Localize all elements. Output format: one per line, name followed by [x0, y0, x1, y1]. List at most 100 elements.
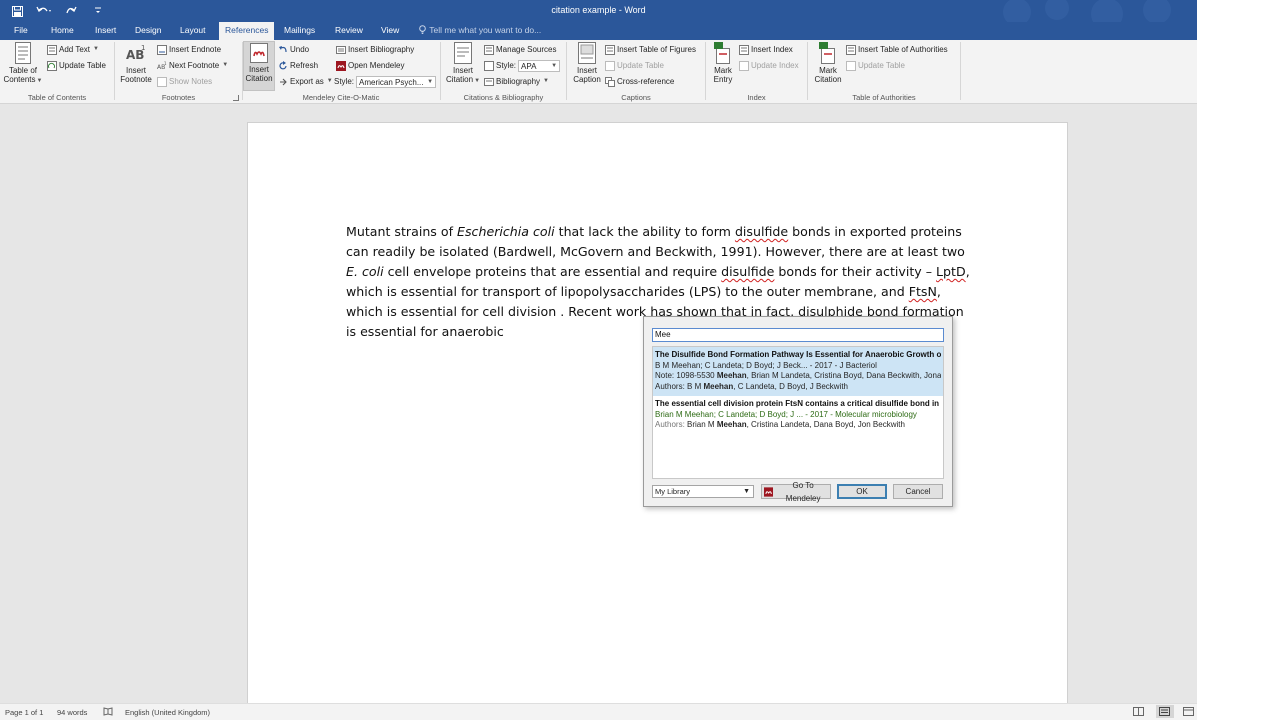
- insert-endnote-button[interactable]: Insert Endnote: [157, 43, 221, 56]
- result-meta: Brian M Meehan; C Landeta; D Boyd; J ...…: [655, 409, 917, 419]
- group-table-of-authorities: Mark Citation Insert Table of Authoritie…: [808, 40, 960, 104]
- mendeley-logo-icon: [336, 60, 346, 71]
- group-label: Table of Contents: [27, 93, 87, 102]
- cross-reference-button[interactable]: Cross-reference: [605, 75, 674, 88]
- status-bar: Page 1 of 1 94 words English (United Kin…: [0, 703, 1197, 720]
- word-count[interactable]: 94 words: [57, 708, 87, 717]
- read-mode-button[interactable]: [1133, 707, 1144, 718]
- group-index: Mark Entry Insert Index Update Index Ind…: [706, 40, 807, 104]
- proofing-button[interactable]: [103, 707, 113, 718]
- citation-style-dropdown[interactable]: APA ▼: [518, 59, 561, 72]
- read-mode-icon: [1133, 707, 1144, 716]
- insert-index-button[interactable]: Insert Index: [739, 43, 793, 56]
- insert-caption-label-1: Insert: [576, 66, 597, 75]
- body-text-run: that lack the ability to form: [554, 224, 735, 239]
- spelling-flagged-word[interactable]: LptD: [936, 264, 966, 279]
- tell-me-box[interactable]: Tell me what you want to do...: [418, 22, 541, 40]
- mendeley-refresh-button[interactable]: Refresh: [278, 59, 318, 72]
- table-of-contents-label-2: Contents: [3, 75, 36, 84]
- title-bar: citation example - Word: [0, 0, 1197, 30]
- mendeley-style-label: Style:: [334, 77, 355, 86]
- group-label: Index: [747, 93, 766, 102]
- citation-result-item[interactable]: The Disulfide Bond Formation Pathway Is …: [653, 347, 943, 396]
- insert-citation-button[interactable]: Insert Citation▼: [444, 42, 482, 86]
- tab-view[interactable]: View: [381, 22, 399, 40]
- authorities-update-table-button[interactable]: Update Table: [846, 59, 905, 72]
- tab-insert[interactable]: Insert: [95, 22, 116, 40]
- result-title: The Disulfide Bond Formation Pathway Is …: [655, 350, 941, 359]
- mendeley-undo-label: Undo: [290, 45, 310, 54]
- spelling-flagged-word[interactable]: disulfide: [721, 264, 774, 279]
- mendeley-style-selector[interactable]: Style: American Psych... ▼: [334, 75, 437, 88]
- mark-entry-button[interactable]: Mark Entry: [708, 42, 738, 84]
- citation-style-label: Style:: [496, 61, 517, 70]
- insert-footnote-button[interactable]: AB 1 Insert Footnote: [117, 42, 155, 84]
- insert-table-of-figures-button[interactable]: Insert Table of Figures: [605, 43, 696, 56]
- show-notes-button[interactable]: Show Notes: [157, 75, 212, 88]
- result-note: Note: 1098-5530 Meehan, Brian M Landeta,…: [655, 371, 941, 382]
- insert-table-of-authorities-button[interactable]: Insert Table of Authorities: [846, 43, 948, 56]
- mendeley-insert-citation-label-2: Citation: [245, 74, 273, 83]
- group-captions: Insert Caption Insert Table of Figures U…: [567, 40, 705, 104]
- next-footnote-button[interactable]: AB 1 Next Footnote ▼: [157, 59, 228, 72]
- cross-reference-label: Cross-reference: [617, 77, 675, 86]
- update-table-button[interactable]: Update Table: [47, 59, 106, 72]
- cross-reference-icon: [605, 76, 615, 87]
- result-authors: Authors: Brian M Meehan, Cristina Landet…: [655, 420, 941, 431]
- tab-review[interactable]: Review: [335, 22, 363, 40]
- style-icon: [484, 60, 494, 71]
- mendeley-undo-button[interactable]: Undo: [278, 43, 309, 56]
- page-count[interactable]: Page 1 of 1: [5, 708, 43, 717]
- mendeley-insert-citation-button[interactable]: Insert Citation: [243, 41, 275, 91]
- bibliography-button[interactable]: Bibliography ▼: [484, 75, 549, 88]
- mendeley-insert-bibliography-label: Insert Bibliography: [348, 45, 415, 54]
- update-index-button[interactable]: Update Index: [739, 59, 799, 72]
- insert-caption-button[interactable]: Insert Caption: [569, 42, 605, 84]
- mendeley-insert-bibliography-button[interactable]: Insert Bibliography: [336, 43, 414, 56]
- web-layout-button[interactable]: [1183, 707, 1194, 718]
- chevron-down-icon: ▼: [92, 46, 99, 52]
- spelling-flagged-word[interactable]: FtsN: [909, 284, 937, 299]
- group-label: Footnotes: [161, 93, 196, 102]
- citation-style-selector[interactable]: Style: APA ▼: [484, 59, 561, 72]
- mendeley-icon: [250, 43, 268, 63]
- tab-file[interactable]: File: [14, 22, 28, 40]
- manage-sources-button[interactable]: Manage Sources: [484, 43, 556, 56]
- match-highlight: Meehan: [703, 381, 734, 391]
- go-to-mendeley-button[interactable]: Go To Mendeley: [761, 481, 831, 503]
- language-indicator[interactable]: English (United Kingdom): [125, 708, 210, 717]
- captions-update-table-label: Update Table: [617, 61, 664, 70]
- spelling-flagged-word[interactable]: disulfide: [735, 224, 788, 239]
- add-text-button[interactable]: Add Text ▼: [47, 43, 99, 56]
- citation-result-item[interactable]: The essential cell division protein FtsN…: [653, 396, 943, 435]
- print-layout-button[interactable]: [1156, 705, 1174, 718]
- chevron-down-icon: ▼: [551, 62, 558, 69]
- ribbon-tabs: File Home Insert Design Layout Reference…: [0, 22, 1197, 40]
- tab-references[interactable]: References: [219, 22, 275, 40]
- export-icon: [280, 78, 287, 85]
- mark-citation-button[interactable]: Mark Citation: [811, 42, 845, 84]
- refresh-icon: [279, 60, 287, 69]
- insert-citation-label-2: Citation: [445, 75, 474, 84]
- library-select[interactable]: My Library ▼: [652, 485, 754, 498]
- tab-layout[interactable]: Layout: [180, 22, 206, 40]
- tab-design[interactable]: Design: [135, 22, 161, 40]
- ok-button[interactable]: OK: [837, 484, 887, 499]
- captions-update-table-button[interactable]: Update Table: [605, 59, 664, 72]
- mendeley-export-as-button[interactable]: Export as ▼: [278, 75, 333, 88]
- tab-mailings[interactable]: Mailings: [284, 22, 315, 40]
- manage-sources-label: Manage Sources: [496, 45, 557, 54]
- citation-search-input[interactable]: Mee: [652, 328, 944, 342]
- update-index-icon: [739, 60, 749, 71]
- open-mendeley-button[interactable]: Open Mendeley: [336, 59, 404, 72]
- mendeley-style-dropdown[interactable]: American Psych... ▼: [356, 75, 437, 88]
- group-separator: [960, 42, 961, 100]
- footnotes-dialog-launcher[interactable]: [233, 95, 239, 101]
- mendeley-export-as-label: Export as: [290, 77, 324, 86]
- cancel-button[interactable]: Cancel: [893, 484, 943, 499]
- mark-citation-icon: [819, 42, 835, 64]
- tab-home[interactable]: Home: [51, 22, 74, 40]
- citation-results-list: The Disulfide Bond Formation Pathway Is …: [652, 346, 944, 479]
- chevron-down-icon: ▼: [36, 78, 43, 84]
- table-of-contents-button[interactable]: Table of Contents▼: [3, 42, 43, 86]
